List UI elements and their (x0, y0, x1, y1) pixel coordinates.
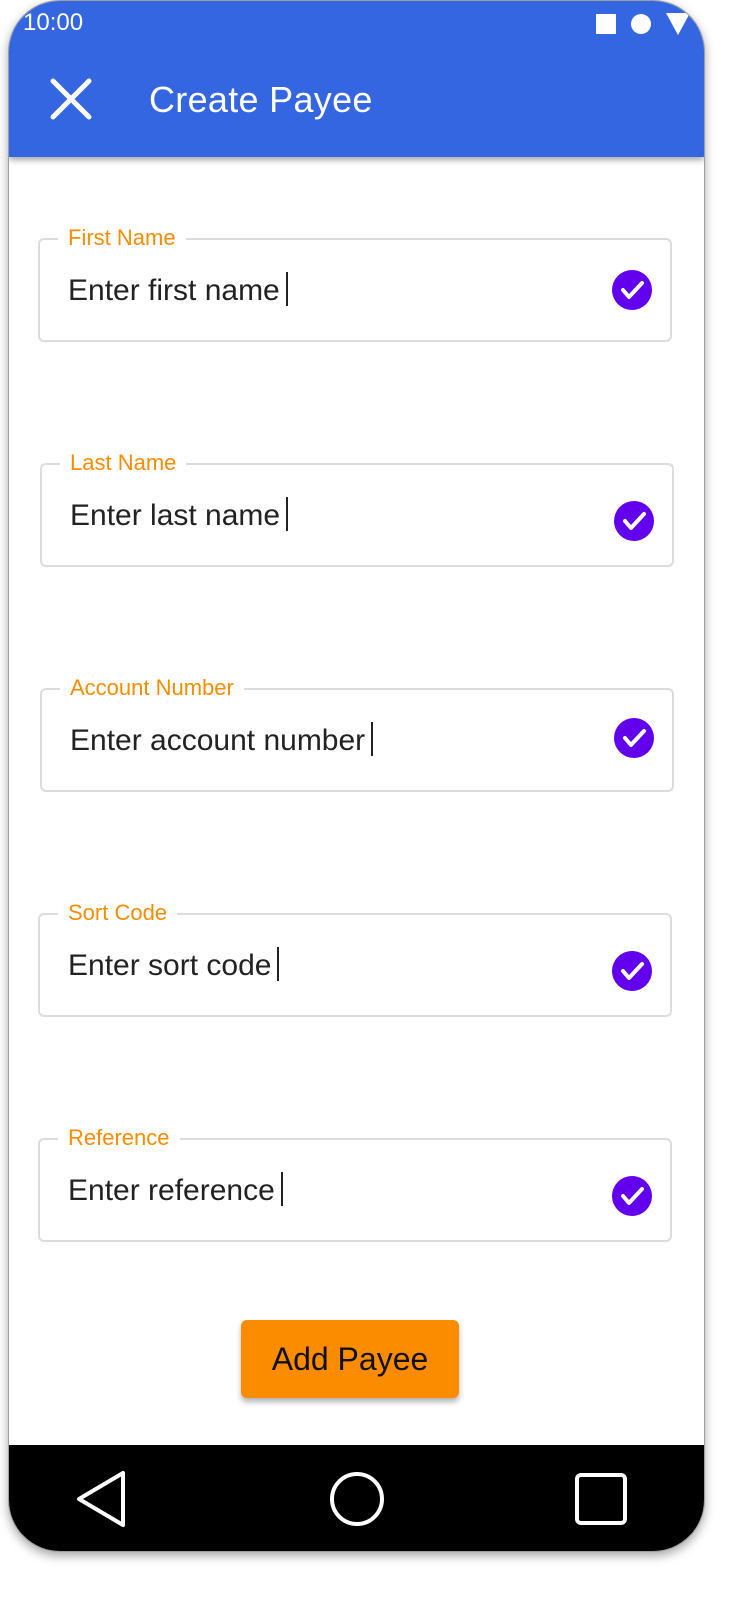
check-circle-icon (612, 1176, 652, 1216)
reference-input[interactable]: Enter reference (68, 1172, 283, 1208)
last-name-field[interactable]: Last Name Enter last name (40, 451, 674, 567)
first-name-field[interactable]: First Name Enter first name (38, 226, 672, 342)
system-nav-bar (9, 1445, 704, 1551)
sort-code-input[interactable]: Enter sort code (68, 947, 280, 983)
add-payee-button[interactable]: Add Payee (241, 1320, 459, 1398)
app-bar: 10:00 Create Payee (9, 1, 704, 157)
recents-icon[interactable] (571, 1469, 631, 1529)
sort-code-label: Sort Code (58, 901, 178, 925)
account-number-input[interactable]: Enter account number (70, 722, 374, 758)
account-number-label: Account Number (60, 676, 244, 700)
sort-code-field[interactable]: Sort Code Enter sort code (38, 901, 672, 1017)
triangle-icon (666, 13, 690, 35)
last-name-label: Last Name (60, 451, 187, 475)
check-circle-icon (612, 270, 652, 310)
circle-icon (631, 14, 651, 34)
first-name-input[interactable]: Enter first name (68, 272, 288, 308)
account-number-field[interactable]: Account Number Enter account number (40, 676, 674, 792)
square-icon (596, 14, 616, 34)
reference-field[interactable]: Reference Enter reference (38, 1126, 672, 1242)
last-name-input[interactable]: Enter last name (70, 497, 289, 533)
phone-frame: 10:00 Create Payee First Name Enter firs… (8, 0, 705, 1552)
check-circle-icon (612, 951, 652, 991)
status-icons (596, 13, 690, 35)
check-circle-icon (614, 501, 654, 541)
reference-label: Reference (58, 1126, 180, 1150)
close-icon[interactable] (47, 75, 95, 123)
first-name-label: First Name (58, 226, 186, 250)
page-title: Create Payee (149, 79, 373, 120)
check-circle-icon (614, 718, 654, 758)
back-icon[interactable] (71, 1469, 131, 1529)
status-time: 10:00 (23, 9, 84, 36)
home-icon[interactable] (327, 1469, 387, 1529)
